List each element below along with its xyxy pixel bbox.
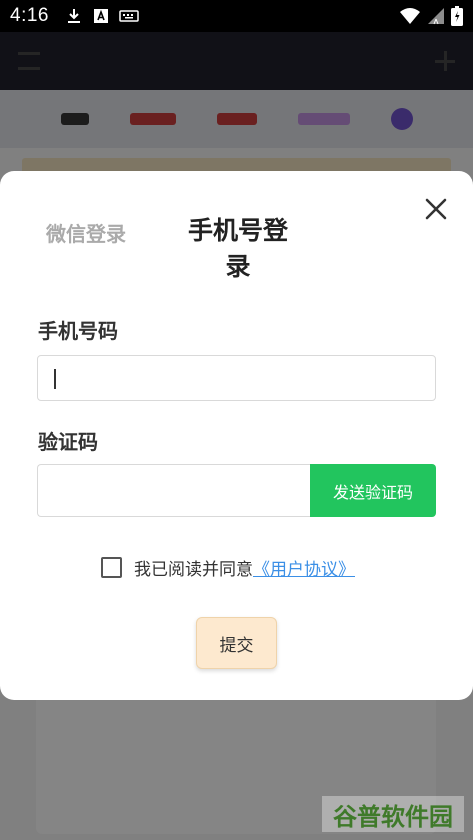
battery-icon (451, 6, 463, 26)
user-agreement-link[interactable]: 《用户协议》 (253, 555, 355, 580)
agree-text: 我已阅读并同意 (134, 560, 253, 580)
status-time: 4:16 (10, 5, 49, 26)
download-icon (67, 9, 80, 23)
text-cursor (54, 369, 56, 389)
code-input[interactable] (37, 464, 313, 517)
agree-checkbox[interactable] (101, 557, 122, 578)
signal-icon (428, 8, 444, 25)
watermark-logo: 谷普软件园 (322, 796, 464, 832)
code-label: 验证码 (38, 430, 98, 454)
keyboard-icon (119, 10, 139, 22)
tab-phone-login[interactable]: 手机号登录 (180, 213, 296, 285)
phone-label: 手机号码 (38, 319, 118, 343)
wifi-icon (400, 8, 420, 24)
status-notification-icons (65, 7, 139, 25)
send-code-button[interactable]: 发送验证码 (310, 464, 436, 517)
phone-input[interactable] (37, 355, 436, 401)
text-a-icon (93, 9, 108, 23)
submit-button[interactable]: 提交 (196, 617, 277, 669)
agreement-row: 我已阅读并同意 《用户协议》 (101, 555, 355, 580)
status-bar: 4:16 (0, 0, 473, 32)
status-system-icons (399, 6, 463, 26)
tab-wechat-login[interactable]: 微信登录 (36, 218, 136, 247)
close-icon[interactable] (420, 193, 452, 225)
